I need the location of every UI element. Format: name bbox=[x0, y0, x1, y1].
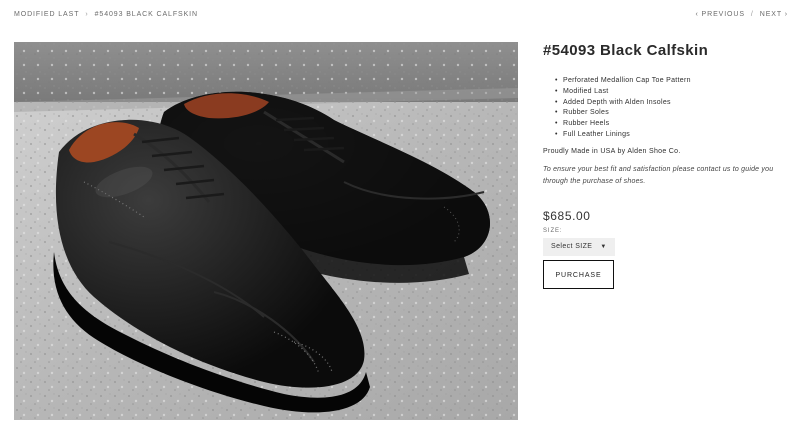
product-pager: ‹ PREVIOUS / NEXT › bbox=[695, 11, 788, 18]
size-select[interactable]: Select SIZE ▼ bbox=[543, 237, 615, 256]
product-image[interactable] bbox=[14, 42, 518, 420]
breadcrumb-home-link[interactable]: MODIFIED LAST bbox=[14, 11, 79, 18]
made-in-text: Proudly Made in USA by Alden Shoe Co. bbox=[543, 147, 681, 155]
top-bar: MODIFIED LAST › #54093 BLACK CALFSKIN ‹ PR… bbox=[0, 0, 800, 30]
pager-separator: / bbox=[750, 11, 754, 18]
size-label: SIZE: bbox=[543, 227, 563, 234]
feature-item: Added Depth with Alden Insoles bbox=[555, 98, 788, 109]
next-link[interactable]: NEXT › bbox=[760, 11, 788, 18]
breadcrumb-current: #54093 BLACK CALFSKIN bbox=[94, 11, 198, 18]
purchase-button[interactable]: PURCHASE bbox=[543, 259, 614, 289]
feature-item: Modified Last bbox=[555, 87, 788, 98]
feature-list: Perforated Medallion Cap Toe Pattern Mod… bbox=[555, 76, 788, 141]
fit-note: To ensure your best fit and satisfaction… bbox=[543, 165, 774, 185]
feature-item: Rubber Soles bbox=[555, 108, 788, 119]
breadcrumb-separator: › bbox=[85, 11, 89, 18]
product-details: #54093 Black Calfskin Perforated Medalli… bbox=[543, 42, 788, 289]
feature-item: Perforated Medallion Cap Toe Pattern bbox=[555, 76, 788, 87]
breadcrumb: MODIFIED LAST › #54093 BLACK CALFSKIN bbox=[14, 11, 198, 18]
size-select-value: Select SIZE bbox=[551, 242, 593, 250]
chevron-down-icon: ▼ bbox=[600, 243, 607, 250]
price: $685.00 bbox=[543, 208, 591, 223]
previous-link[interactable]: ‹ PREVIOUS bbox=[695, 11, 744, 18]
product-title: #54093 Black Calfskin bbox=[543, 42, 709, 59]
feature-item: Rubber Heels bbox=[555, 119, 788, 130]
feature-item: Full Leather Linings bbox=[555, 130, 788, 141]
